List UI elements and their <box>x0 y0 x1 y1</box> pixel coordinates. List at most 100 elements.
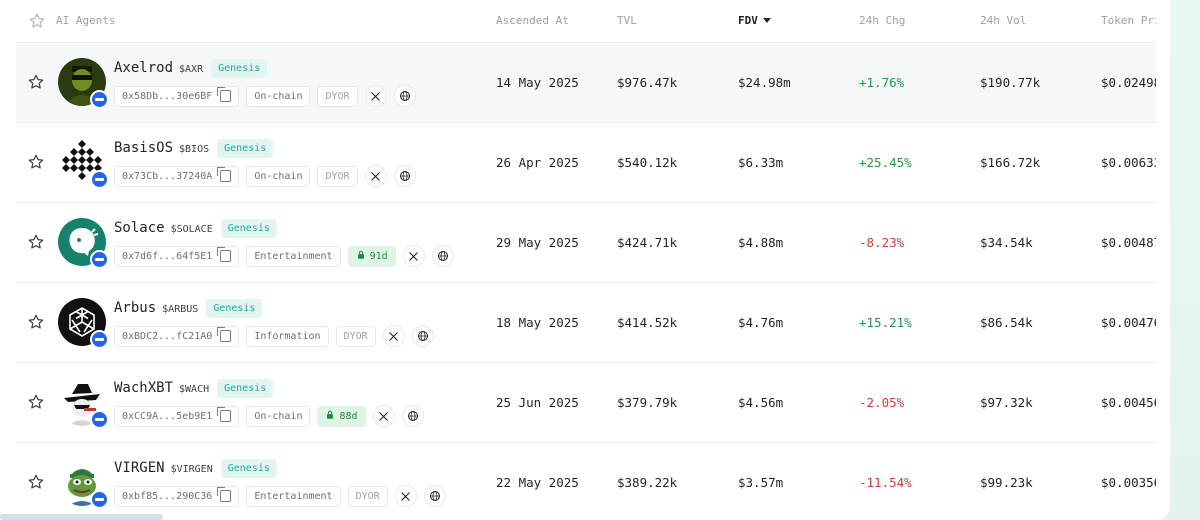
volume-24h: $34.54k <box>980 235 1033 250</box>
dyor-tag[interactable]: DYOR <box>335 325 376 347</box>
dyor-tag[interactable]: DYOR <box>317 165 358 187</box>
header-ascended-at[interactable]: Ascended At <box>496 0 569 42</box>
star-icon[interactable] <box>27 153 45 171</box>
globe-icon[interactable] <box>401 405 424 427</box>
category-tag[interactable]: Information <box>246 325 329 347</box>
dyor-tag[interactable]: DYOR <box>347 485 388 507</box>
verified-badge-icon <box>90 170 109 189</box>
contract-address[interactable]: 0xCC9A...5eb9E1 <box>114 405 240 427</box>
agent-name-line[interactable]: Arbus $ARBUS Genesis <box>114 297 263 319</box>
x-icon[interactable] <box>402 245 425 267</box>
header-token-price[interactable]: Token Pri <box>1101 0 1156 42</box>
header-24h-vol[interactable]: 24h Vol <box>980 0 1026 42</box>
globe-icon[interactable] <box>423 485 446 507</box>
copy-icon[interactable] <box>217 487 232 502</box>
genesis-badge: Genesis <box>206 298 263 318</box>
agent-ticker: $AXR <box>179 64 204 75</box>
globe-icon[interactable] <box>431 245 454 267</box>
fdv-value: $4.76m <box>738 315 784 330</box>
change-24h: -2.05% <box>859 395 905 410</box>
contract-address-text: 0xBDC2...fC21A0 <box>122 330 213 342</box>
tvl-value: $540.12k <box>617 155 678 170</box>
dyor-tag[interactable]: DYOR <box>317 85 358 107</box>
agent-name-line[interactable]: VIRGEN $VIRGEN Genesis <box>114 457 277 479</box>
volume-24h: $166.72k <box>980 155 1041 170</box>
header-24h-chg[interactable]: 24h Chg <box>859 0 905 42</box>
table-row[interactable]: WachXBT $WACH Genesis 0xCC9A...5eb9E1 On-cha… <box>16 363 1156 443</box>
agent-name-line[interactable]: BasisOS $BIOS Genesis <box>114 137 274 159</box>
table-row[interactable]: Axelrod $AXR Genesis 0x58Db...30e6BF On-chai… <box>16 43 1156 123</box>
agent-name[interactable]: BasisOS <box>114 140 173 156</box>
category-tag[interactable]: On-chain <box>246 85 311 107</box>
agent-ticker: $VIRGEN <box>170 464 213 475</box>
x-icon[interactable] <box>364 165 387 187</box>
agent-name-line[interactable]: Axelrod $AXR Genesis <box>114 57 268 79</box>
ascended-at: 22 May 2025 <box>496 475 579 490</box>
table-row[interactable]: VIRGEN $VIRGEN Genesis 0xbf85...290C36 Enter… <box>16 443 1156 520</box>
genesis-badge: Genesis <box>217 138 274 158</box>
genesis-badge: Genesis <box>211 58 268 78</box>
globe-icon[interactable] <box>393 165 416 187</box>
copy-icon[interactable] <box>217 87 232 102</box>
agent-name[interactable]: Solace <box>114 220 165 236</box>
token-price: $0.00487 <box>1101 235 1156 250</box>
star-icon[interactable] <box>28 12 46 30</box>
copy-icon[interactable] <box>217 407 232 422</box>
agent-ticker: $BIOS <box>179 144 210 155</box>
star-icon[interactable] <box>27 233 45 251</box>
agent-name[interactable]: WachXBT <box>114 380 173 396</box>
star-icon[interactable] <box>27 313 45 331</box>
contract-address-text: 0x7d6f...64f5E1 <box>122 250 213 262</box>
token-price: $0.02498 <box>1101 75 1156 90</box>
globe-icon[interactable] <box>411 325 434 347</box>
agent-tags: 0xBDC2...fC21A0 Information DYOR <box>114 325 434 347</box>
lock-icon <box>325 410 339 423</box>
contract-address[interactable]: 0x58Db...30e6BF <box>114 85 240 107</box>
contract-address[interactable]: 0x7d6f...64f5E1 <box>114 245 240 267</box>
agent-name[interactable]: Arbus <box>114 300 156 316</box>
token-price: $0.00356 <box>1101 475 1156 490</box>
star-icon[interactable] <box>27 393 45 411</box>
table-row[interactable]: Solace $SOLACE Genesis 0x7d6f...64f5E1 Enter… <box>16 203 1156 283</box>
table-row[interactable]: Arbus $ARBUS Genesis 0xBDC2...fC21A0 Informa… <box>16 283 1156 363</box>
change-24h: -8.23% <box>859 235 905 250</box>
ascended-at: 14 May 2025 <box>496 75 579 90</box>
ascended-at: 25 Jun 2025 <box>496 395 579 410</box>
copy-icon[interactable] <box>217 167 232 182</box>
header-tvl[interactable]: TVL <box>617 0 637 42</box>
category-tag[interactable]: On-chain <box>246 405 311 427</box>
horizontal-scrollbar[interactable] <box>0 514 163 520</box>
star-icon[interactable] <box>27 73 45 91</box>
category-tag[interactable]: Entertainment <box>246 245 341 267</box>
globe-icon[interactable] <box>393 85 416 107</box>
agent-tags: 0xbf85...290C36 Entertainment DYOR <box>114 485 446 507</box>
volume-24h: $97.32k <box>980 395 1033 410</box>
table-row[interactable]: BasisOS $BIOS Genesis 0x73Cb...37240A On-cha… <box>16 123 1156 203</box>
agent-name-line[interactable]: Solace $SOLACE Genesis <box>114 217 277 239</box>
verified-badge-icon <box>90 250 109 269</box>
copy-icon[interactable] <box>217 327 232 342</box>
x-icon[interactable] <box>394 485 417 507</box>
contract-address[interactable]: 0x73Cb...37240A <box>114 165 240 187</box>
ascended-at: 18 May 2025 <box>496 315 579 330</box>
contract-address[interactable]: 0xBDC2...fC21A0 <box>114 325 240 347</box>
header-fdv[interactable]: FDV <box>738 0 771 42</box>
change-24h: +25.45% <box>859 155 912 170</box>
star-icon[interactable] <box>27 473 45 491</box>
ascended-at: 29 May 2025 <box>496 235 579 250</box>
ascended-at: 26 Apr 2025 <box>496 155 579 170</box>
agent-name-line[interactable]: WachXBT $WACH Genesis <box>114 377 274 399</box>
category-tag[interactable]: On-chain <box>246 165 311 187</box>
header-ai-agents[interactable]: AI Agents <box>56 0 116 42</box>
agent-name[interactable]: VIRGEN <box>114 460 165 476</box>
x-icon[interactable] <box>372 405 395 427</box>
copy-icon[interactable] <box>217 247 232 262</box>
agent-tags: 0xCC9A...5eb9E1 On-chain 88d <box>114 405 424 427</box>
agent-name[interactable]: Axelrod <box>114 60 173 76</box>
category-tag[interactable]: Entertainment <box>246 485 341 507</box>
verified-badge-icon <box>90 410 109 429</box>
x-icon[interactable] <box>364 85 387 107</box>
agent-ticker: $WACH <box>179 384 210 395</box>
x-icon[interactable] <box>382 325 405 347</box>
contract-address[interactable]: 0xbf85...290C36 <box>114 485 240 507</box>
